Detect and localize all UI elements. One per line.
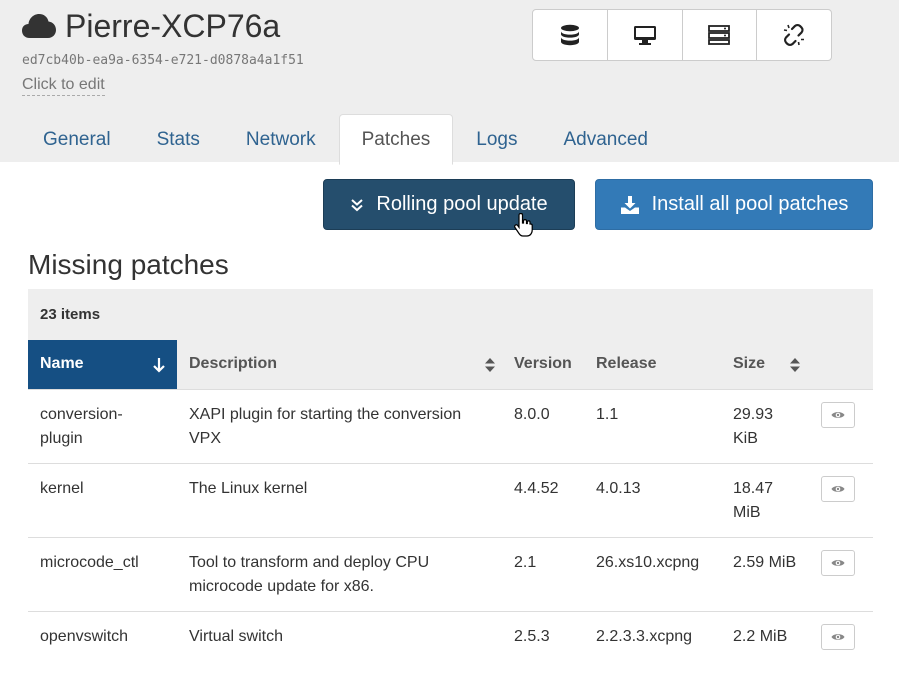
column-header-actions xyxy=(813,340,873,389)
view-patch-button[interactable] xyxy=(821,475,855,502)
tab-network[interactable]: Network xyxy=(223,114,339,164)
column-header-size-label: Size xyxy=(733,355,766,373)
row-actions xyxy=(813,536,873,611)
row-actions xyxy=(813,462,873,537)
item-count: 23 items xyxy=(28,289,873,340)
table-row: kernel The Linux kernel 4.4.52 4.0.13 18… xyxy=(28,462,873,537)
database-button[interactable] xyxy=(533,10,608,60)
view-patch-button[interactable] xyxy=(821,549,855,576)
patch-size: 18.47 MiB xyxy=(721,462,813,537)
patch-description: The Linux kernel xyxy=(177,462,502,537)
tab-logs[interactable]: Logs xyxy=(453,114,540,164)
hand-pointer-cursor-icon xyxy=(514,213,533,237)
patch-version: 2.1 xyxy=(502,536,584,611)
row-actions xyxy=(813,610,873,684)
double-chevron-down-icon xyxy=(351,198,364,211)
tab-advanced[interactable]: Advanced xyxy=(540,114,671,164)
sort-icon xyxy=(790,358,800,372)
unlink-icon xyxy=(783,24,805,46)
view-patch-button[interactable] xyxy=(821,623,855,650)
host-quick-actions xyxy=(532,9,832,61)
cloud-icon xyxy=(22,14,56,38)
eye-icon xyxy=(831,485,845,492)
patch-name: openvswitch xyxy=(28,610,177,684)
host-uuid: ed7cb40b-ea9a-6354-e721-d0878a4a1f51 xyxy=(22,53,304,68)
desktop-icon xyxy=(633,26,656,45)
column-header-description-label: Description xyxy=(189,355,278,373)
column-header-name[interactable]: Name xyxy=(28,340,177,389)
database-icon xyxy=(560,24,579,46)
patch-release: 1.1 xyxy=(584,388,721,463)
missing-patches-heading: Missing patches xyxy=(28,249,229,280)
column-header-version: Version xyxy=(502,340,584,389)
install-all-patches-button[interactable]: Install all pool patches xyxy=(595,179,873,230)
install-all-patches-label: Install all pool patches xyxy=(651,193,849,215)
patch-version: 2.5.3 xyxy=(502,610,584,684)
patch-description: Virtual switch xyxy=(177,610,502,684)
patch-release: 4.0.13 xyxy=(584,462,721,537)
patch-size: 2.59 MiB xyxy=(721,536,813,611)
tab-stats[interactable]: Stats xyxy=(134,114,223,164)
host-tabs: General Stats Network Patches Logs Advan… xyxy=(20,114,671,165)
column-header-release: Release xyxy=(584,340,721,389)
host-header: Pierre-XCP76a ed7cb40b-ea9a-6354-e721-d0… xyxy=(0,0,899,165)
view-patch-button[interactable] xyxy=(821,401,855,428)
servers-button[interactable] xyxy=(683,10,758,60)
patch-version: 8.0.0 xyxy=(502,388,584,463)
patch-name: microcode_ctl xyxy=(28,536,177,611)
tab-general[interactable]: General xyxy=(20,114,134,164)
column-header-name-label: Name xyxy=(40,355,84,373)
patch-size: 29.93 KiB xyxy=(721,388,813,463)
column-header-description[interactable]: Description xyxy=(177,340,502,389)
tab-patches[interactable]: Patches xyxy=(338,114,454,165)
host-name-title[interactable]: Pierre-XCP76a xyxy=(65,6,280,46)
column-header-size[interactable]: Size xyxy=(721,340,813,389)
arrow-down-icon xyxy=(153,358,165,373)
patches-table: 23 items Name Description Version Releas… xyxy=(28,289,873,684)
eye-icon xyxy=(831,633,845,640)
row-actions xyxy=(813,388,873,463)
patch-name: conversion-plugin xyxy=(28,388,177,463)
disconnect-button[interactable] xyxy=(757,10,831,60)
server-icon xyxy=(708,25,731,45)
patch-name: kernel xyxy=(28,462,177,537)
rolling-pool-update-button[interactable]: Rolling pool update xyxy=(323,179,575,230)
patch-description: XAPI plugin for starting the conversion … xyxy=(177,388,502,463)
patch-release: 2.2.3.3.xcpng xyxy=(584,610,721,684)
click-to-edit-hint[interactable]: Click to edit xyxy=(22,76,105,96)
table-row: microcode_ctl Tool to transform and depl… xyxy=(28,536,873,611)
table-row: conversion-plugin XAPI plugin for starti… xyxy=(28,388,873,463)
patch-description: Tool to transform and deploy CPU microco… xyxy=(177,536,502,611)
eye-icon xyxy=(831,411,845,418)
eye-icon xyxy=(831,559,845,566)
table-row: openvswitch Virtual switch 2.5.3 2.2.3.3… xyxy=(28,610,873,684)
patch-version: 4.4.52 xyxy=(502,462,584,537)
patch-release: 26.xs10.xcpng xyxy=(584,536,721,611)
patch-size: 2.2 MiB xyxy=(721,610,813,684)
download-icon xyxy=(620,195,639,214)
sort-icon xyxy=(485,358,495,372)
console-button[interactable] xyxy=(608,10,683,60)
